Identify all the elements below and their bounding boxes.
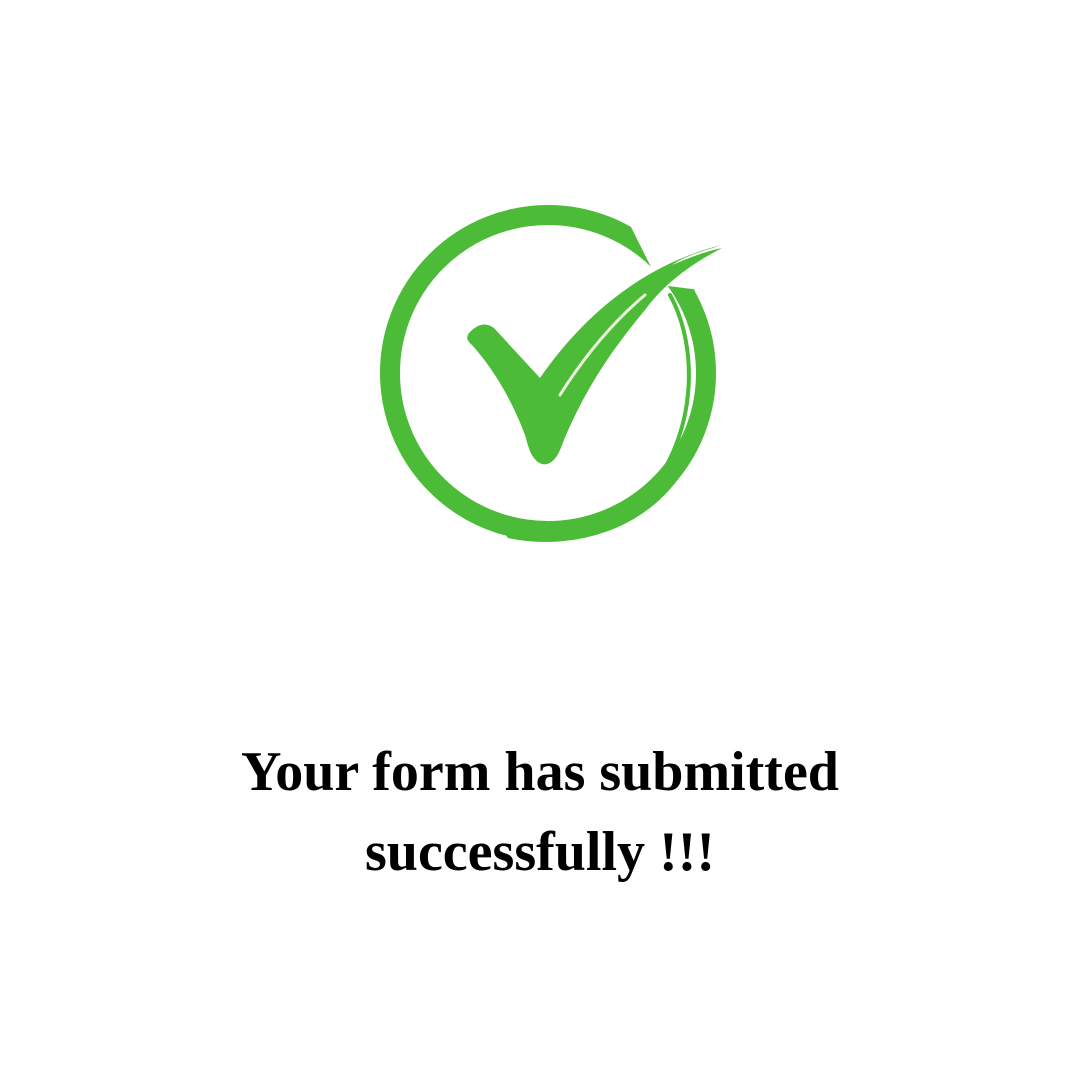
success-message: Your form has submitted successfully !!! (140, 732, 940, 892)
confirmation-page: Your form has submitted successfully !!! (0, 0, 1080, 1080)
success-message-line-1: Your form has submitted (241, 741, 839, 803)
success-message-line-2: successfully !!! (365, 821, 715, 883)
check-circle-icon (360, 190, 740, 560)
